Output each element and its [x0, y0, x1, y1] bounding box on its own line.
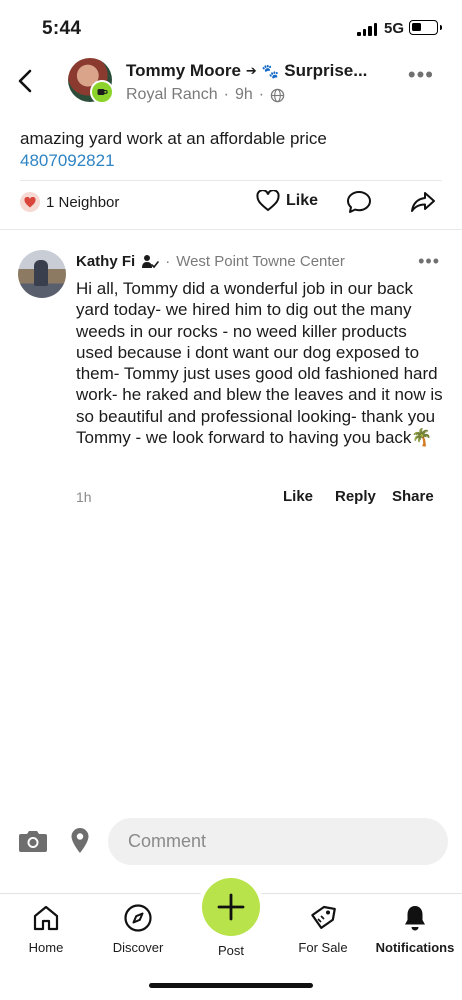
post-fab-ring	[198, 874, 264, 940]
chat-bubble-icon	[347, 191, 371, 213]
bell-icon	[405, 906, 425, 931]
post-neighborhood: Royal Ranch	[126, 86, 218, 103]
plus-icon	[217, 893, 245, 921]
author-name: Tommy Moore	[126, 61, 241, 80]
arrow-right-icon: ➔	[245, 63, 257, 78]
comment-header: Kathy Fi · West Point Towne Center	[76, 253, 345, 270]
nav-home[interactable]: Home	[0, 903, 92, 955]
comment-body: Hi all, Tommy did a wonderful job in our…	[76, 279, 443, 448]
price-tag-icon	[311, 905, 336, 929]
nav-for-sale[interactable]: For Sale	[277, 903, 369, 955]
camera-button[interactable]	[18, 828, 48, 859]
divider	[20, 180, 442, 181]
commenter-avatar[interactable]	[18, 250, 66, 298]
home-indicator	[149, 983, 313, 988]
home-icon	[33, 905, 59, 931]
post-meta: Royal Ranch · 9h ·	[126, 86, 285, 104]
reactions-summary[interactable]: 1 Neighbor	[20, 192, 119, 212]
chevron-left-icon	[18, 69, 32, 93]
paw-icon: 🐾	[261, 62, 280, 79]
nav-notifications-label: Notifications	[375, 940, 455, 955]
post-phone-link[interactable]: 4807092821	[20, 150, 115, 172]
like-button[interactable]: Like	[256, 190, 318, 212]
like-label: Like	[286, 192, 319, 209]
globe-icon	[270, 88, 285, 102]
commenter-name[interactable]: Kathy Fi	[76, 253, 135, 270]
nav-home-label: Home	[28, 940, 64, 955]
signal-icon	[357, 23, 377, 36]
map-pin-icon	[71, 828, 89, 853]
verified-neighbor-icon	[142, 254, 159, 268]
camera-icon	[19, 831, 47, 852]
post-time: 9h	[234, 86, 253, 103]
comment-input[interactable]	[108, 818, 448, 865]
comment-button[interactable]	[346, 190, 372, 214]
meta-separator: ·	[165, 253, 171, 270]
comment-more-button[interactable]: •••	[418, 252, 440, 270]
compass-icon	[124, 904, 152, 932]
share-button[interactable]	[410, 190, 436, 214]
comment-reply-button[interactable]: Reply	[335, 488, 376, 505]
nav-discover[interactable]: Discover	[92, 903, 184, 955]
status-bar: 5:44 5G	[0, 0, 462, 58]
comment-time: 1h	[76, 489, 92, 505]
meta-separator: ·	[223, 86, 229, 103]
comment-like-button[interactable]: Like	[283, 488, 313, 505]
group-name: Surprise...	[284, 61, 368, 80]
business-badge	[90, 80, 114, 104]
battery-icon	[409, 20, 442, 35]
nav-post-label: Post	[217, 943, 244, 958]
heart-reaction-icon	[20, 192, 40, 212]
meta-separator: ·	[258, 86, 265, 103]
post-button[interactable]	[202, 878, 260, 936]
location-button[interactable]	[70, 827, 90, 859]
post-more-button[interactable]: •••	[408, 64, 434, 86]
commenter-neighborhood: West Point Towne Center	[176, 253, 345, 270]
nav-notifications[interactable]: Notifications	[369, 903, 461, 955]
divider	[0, 229, 462, 230]
coffee-cup-icon	[97, 89, 108, 95]
reactions-label: 1 Neighbor	[46, 193, 120, 211]
status-time: 5:44	[42, 18, 82, 39]
heart-outline-icon	[256, 190, 280, 212]
nav-for-sale-label: For Sale	[298, 940, 348, 955]
back-button[interactable]	[8, 64, 42, 98]
share-arrow-icon	[411, 192, 435, 212]
post-text: amazing yard work at an affordable price	[20, 129, 327, 148]
post-author-line[interactable]: Tommy Moore ➔ 🐾 Surprise...	[126, 61, 367, 81]
comment-share-button[interactable]: Share	[392, 488, 434, 505]
network-label: 5G	[384, 20, 405, 37]
nav-discover-label: Discover	[112, 940, 164, 955]
